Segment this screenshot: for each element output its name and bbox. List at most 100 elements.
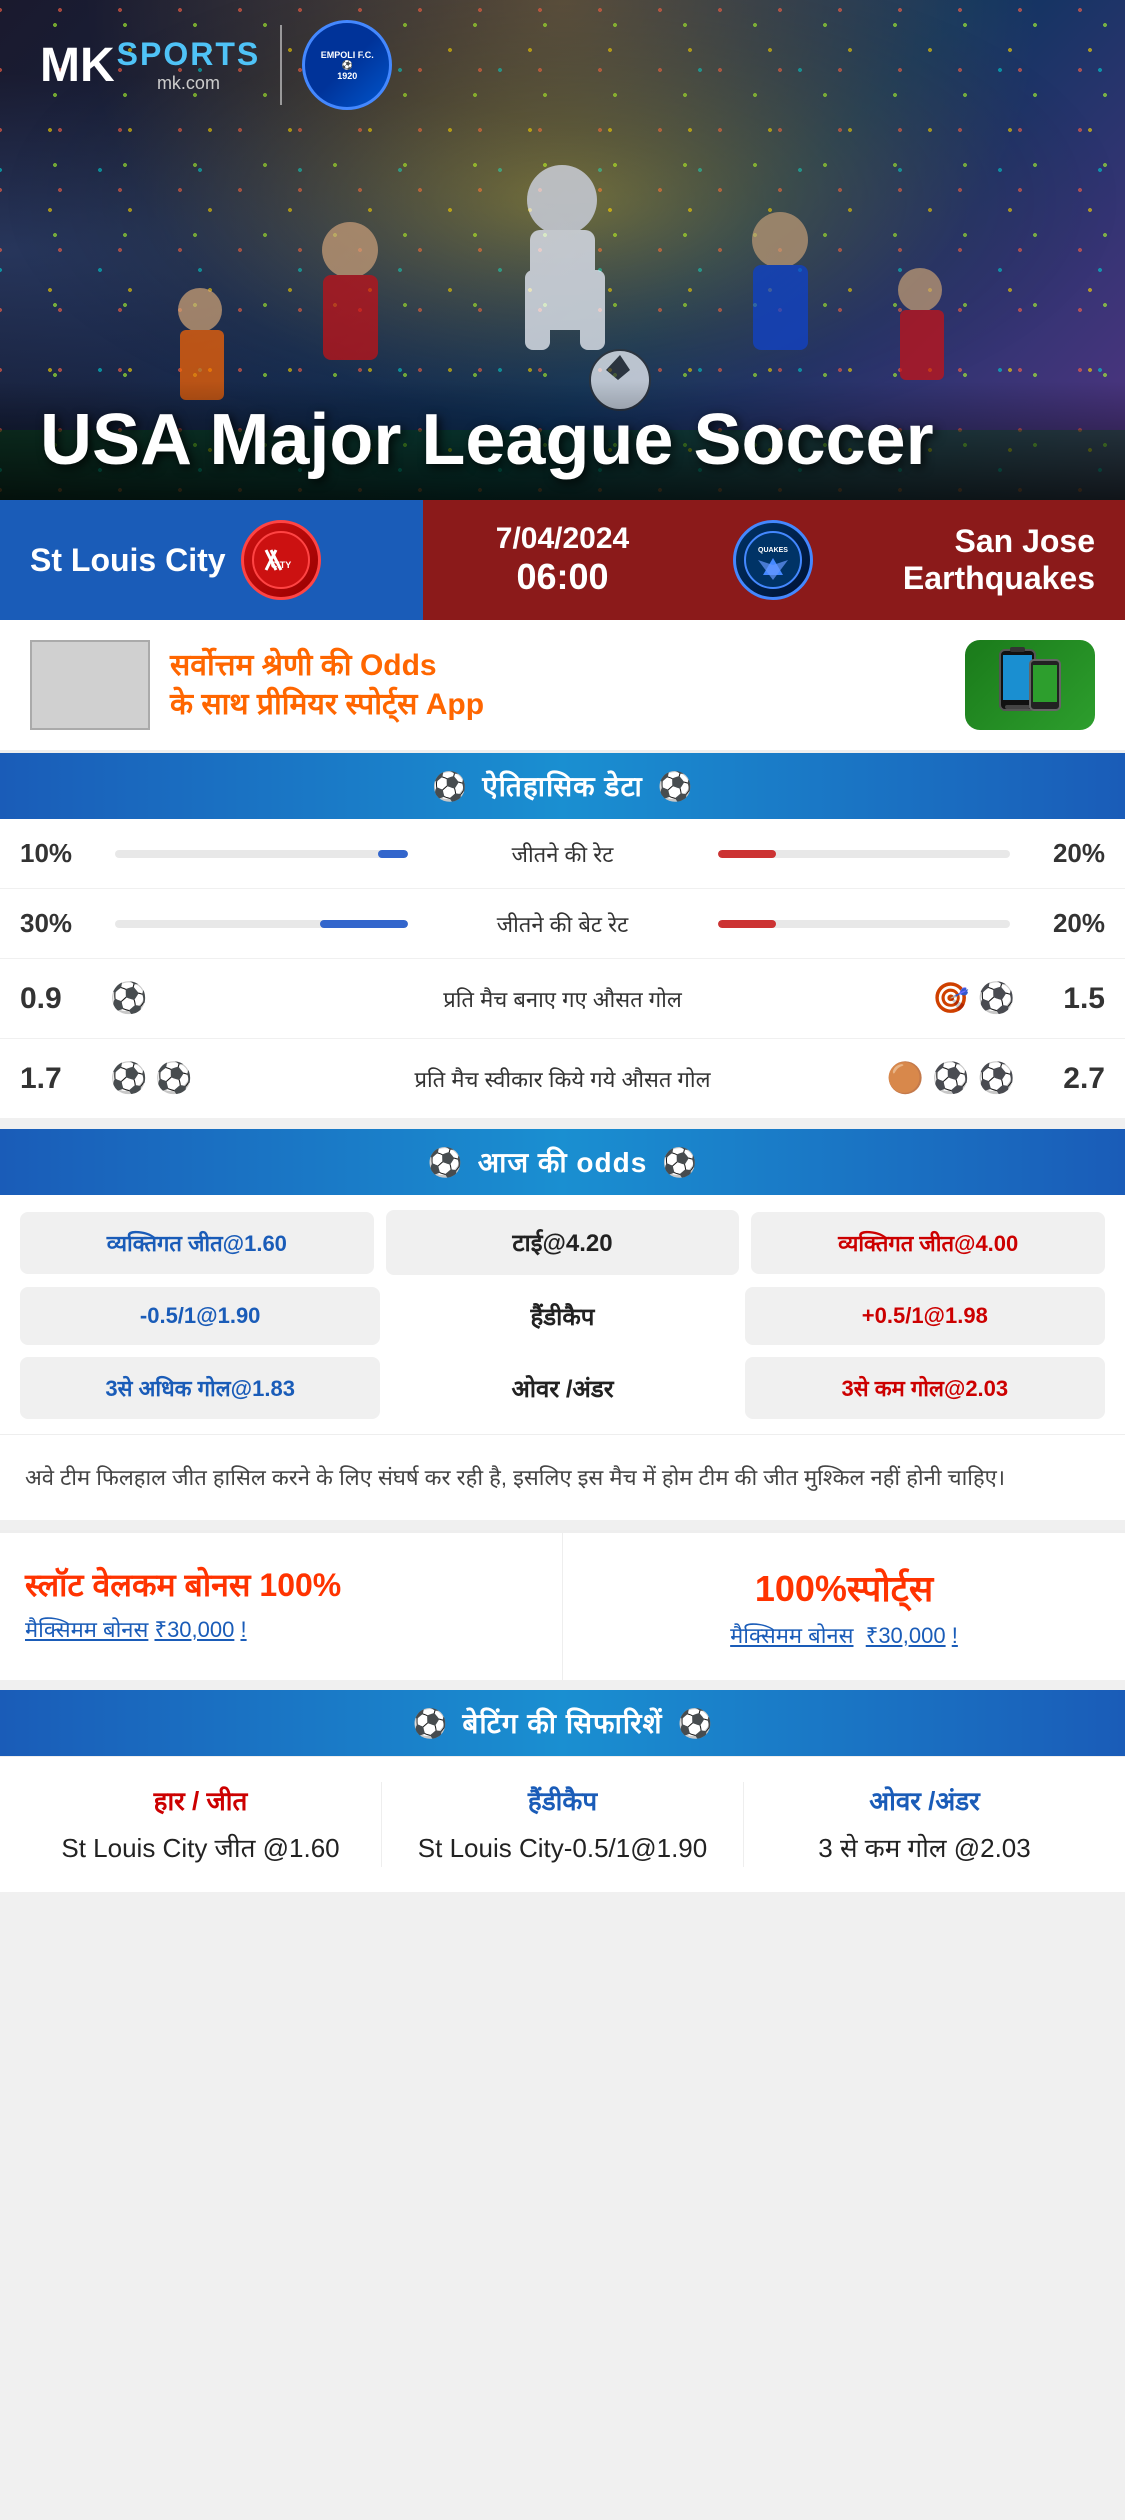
odds-tie[interactable]: टाई@4.20 — [386, 1210, 740, 1275]
odds-home-win[interactable]: व्यक्तिगत जीत@1.60 — [20, 1212, 374, 1274]
stat-label-bet-rate: जीतने की बेट रेट — [423, 909, 703, 939]
odds-header: ⚽ आज की odds ⚽ — [0, 1129, 1125, 1195]
odds-title: आज की odds — [478, 1143, 648, 1181]
recommendations-header: ⚽ बेटिंग की सिफारिशें ⚽ — [0, 1690, 1125, 1756]
recommendations-grid: हार / जीत St Louis City जीत @1.60 हैंडीक… — [0, 1756, 1125, 1891]
team-away: QUAKES San Jose Earthquakes — [703, 500, 1125, 620]
match-bar: St Louis City CITY 7/04/2024 06:00 QUAKE… — [0, 500, 1125, 620]
stat-right-win-rate: 20% — [1025, 838, 1105, 869]
ball-icon-scored-right-1: 🎯 — [932, 981, 969, 1016]
bonus-right: 100%स्पोर्ट्स मैक्सिमम बोनस ₹30,000 ! — [563, 1533, 1125, 1680]
stat-left-bet-rate: 30% — [20, 908, 100, 939]
bonus-right-percent: 100%स्पोर्ट्स — [588, 1563, 1100, 1612]
historical-header: ⚽ ऐतिहासिक डेटा ⚽ — [0, 753, 1125, 819]
rec-col-handicap: हैंडीकैप St Louis City-0.5/1@1.90 — [382, 1782, 744, 1866]
rec-col-ou: ओवर /अंडर 3 से कम गोल @2.03 — [744, 1782, 1105, 1866]
stat-left-win-rate: 10% — [20, 838, 100, 869]
match-center: 7/04/2024 06:00 — [423, 500, 703, 620]
promo-text: सर्वोत्तम श्रेणी की Odds के साथ प्रीमियर… — [170, 646, 945, 724]
rec-col-win-loss: हार / जीत St Louis City जीत @1.60 — [20, 1782, 382, 1866]
rec-label-handicap: हैंडीकैप — [392, 1782, 733, 1818]
home-team-logo: CITY — [241, 520, 321, 600]
odds-away-win[interactable]: व्यक्तिगत जीत@4.00 — [751, 1212, 1105, 1274]
rec-value-win-loss: St Louis City जीत @1.60 — [30, 1830, 371, 1866]
odds-full-grid: व्यक्तिगत जीत@1.60 टाई@4.20 व्यक्तिगत जी… — [0, 1195, 1125, 1434]
stat-bar-win-rate-right — [718, 850, 1011, 858]
away-team-name: San Jose Earthquakes — [828, 523, 1096, 597]
odds-ou-label: ओवर /अंडर — [392, 1372, 732, 1405]
odds-row-1: व्यक्तिगत जीत@1.60 टाई@4.20 व्यक्तिगत जी… — [20, 1210, 1105, 1275]
historical-title: ऐतिहासिक डेटा — [482, 767, 643, 805]
bonus-right-amount: ₹30,000 — [866, 1623, 946, 1648]
promo-image-placeholder — [30, 640, 150, 730]
team-home: St Louis City CITY — [0, 500, 423, 620]
odds-under[interactable]: 3से कम गोल@2.03 — [745, 1357, 1105, 1419]
goal-label-conceded: प्रति मैच स्वीकार किये गये औसत गोल — [373, 1064, 753, 1094]
stat-bar-win-rate-left-fill — [378, 850, 407, 858]
bonus-right-subtitle: मैक्सिमम बोनस ₹30,000 ! — [588, 1620, 1100, 1650]
goal-left-scored: 0.9 — [20, 982, 100, 1016]
goal-row-conceded: 1.7 ⚽ ⚽ प्रति मैच स्वीकार किये गये औसत ग… — [0, 1039, 1125, 1119]
odds-row-3: 3से अधिक गोल@1.83 ओवर /अंडर 3से कम गोल@2… — [20, 1357, 1105, 1419]
goal-icons-scored-left: ⚽ — [100, 981, 373, 1016]
stat-bar-bet-rate-left — [115, 920, 408, 928]
empoli-logo: EMPOLI F.C. ⚽ 1920 — [302, 20, 392, 110]
odds-handicap-home[interactable]: -0.5/1@1.90 — [20, 1287, 380, 1345]
stat-bar-bet-rate-right-fill — [718, 920, 777, 928]
hero-banner: MK SPORTS mk.com EMPOLI F.C. ⚽ 1920 USA … — [0, 0, 1125, 500]
svg-text:QUAKES: QUAKES — [758, 547, 788, 554]
logo-area: MK SPORTS mk.com EMPOLI F.C. ⚽ 1920 — [40, 20, 392, 110]
bonus-left-subtitle: मैक्सिमम बोनस ₹30,000 ! — [25, 1614, 537, 1644]
rec-value-handicap: St Louis City-0.5/1@1.90 — [392, 1830, 733, 1866]
stat-bar-bet-rate-left-fill — [320, 920, 408, 928]
hero-title-area: USA Major League Soccer — [0, 381, 1125, 500]
rec-label-win-loss: हार / जीत — [30, 1782, 371, 1818]
empoli-text: EMPOLI F.C. ⚽ 1920 — [321, 50, 374, 81]
bonus-left-amount: ₹30,000 — [154, 1617, 234, 1642]
odds-row-2: -0.5/1@1.90 हैंडीकैप +0.5/1@1.98 — [20, 1287, 1105, 1345]
sports-text: SPORTS — [117, 36, 261, 73]
rec-value-ou: 3 से कम गोल @2.03 — [754, 1830, 1095, 1866]
goal-icons-conceded-right: 🔴 ⚽ ⚽ — [753, 1061, 1026, 1096]
goal-left-conceded: 1.7 — [20, 1062, 100, 1096]
home-team-name: St Louis City — [30, 542, 226, 579]
bonus-left-percent: 100% — [259, 1567, 341, 1603]
goal-icons-conceded-left: ⚽ ⚽ — [100, 1061, 373, 1096]
goal-right-conceded: 2.7 — [1025, 1062, 1105, 1096]
ball-icon-odds-left: ⚽ — [428, 1146, 463, 1179]
hero-title: USA Major League Soccer — [40, 401, 1085, 480]
bonus-left-title: स्लॉट वेलकम बोनस 100% — [25, 1563, 537, 1606]
stat-label-win-rate: जीतने की रेट — [423, 839, 703, 869]
odds-handicap-away[interactable]: +0.5/1@1.98 — [745, 1287, 1105, 1345]
goal-right-scored: 1.5 — [1025, 982, 1105, 1016]
ball-icon-conceded-right-1: 🔴 — [887, 1061, 924, 1096]
goal-icons-scored-right: 🎯 ⚽ — [753, 981, 1026, 1016]
odds-over[interactable]: 3से अधिक गोल@1.83 — [20, 1357, 380, 1419]
rec-label-ou: ओवर /अंडर — [754, 1782, 1095, 1818]
ball-icon-conceded-left-1: ⚽ — [110, 1061, 147, 1096]
ball-icon-scored-left: ⚽ — [110, 981, 147, 1016]
historical-section: ⚽ ऐतिहासिक डेटा ⚽ 10% जीतने की रेट 20% 3… — [0, 753, 1125, 1119]
goal-row-scored: 0.9 ⚽ प्रति मैच बनाए गए औसत गोल 🎯 ⚽ 1.5 — [0, 959, 1125, 1039]
promo-banner: सर्वोत्तम श्रेणी की Odds के साथ प्रीमियर… — [0, 620, 1125, 753]
away-team-logo: QUAKES — [733, 520, 813, 600]
ball-icon-odds-right: ⚽ — [662, 1146, 697, 1179]
recommendations-title: बेटिंग की सिफारिशें — [462, 1704, 662, 1742]
mk-text: MK — [40, 38, 115, 93]
stat-row-bet-rate: 30% जीतने की बेट रेट 20% — [0, 889, 1125, 959]
logo-divider — [280, 25, 282, 105]
stat-bar-bet-rate-right — [718, 920, 1011, 928]
recommendations-section: ⚽ बेटिंग की सिफारिशें ⚽ हार / जीत St Lou… — [0, 1690, 1125, 1891]
promo-phone-graphic — [965, 640, 1095, 730]
ball-icon-left: ⚽ — [432, 770, 467, 803]
ball-icon-rec-left: ⚽ — [413, 1707, 448, 1740]
match-description: अवे टीम फिलहाल जीत हासिल करने के लिए संघ… — [0, 1434, 1125, 1520]
bonus-left: स्लॉट वेलकम बोनस 100% मैक्सिमम बोनस ₹30,… — [0, 1533, 563, 1680]
match-time: 06:00 — [516, 556, 608, 598]
bonus-section: स्लॉट वेलकम बोनस 100% मैक्सिमम बोनस ₹30,… — [0, 1530, 1125, 1680]
stat-bar-win-rate-left — [115, 850, 408, 858]
match-date: 7/04/2024 — [496, 522, 629, 556]
ball-icon-rec-right: ⚽ — [678, 1707, 713, 1740]
url-text: mk.com — [117, 73, 261, 94]
goal-label-scored: प्रति मैच बनाए गए औसत गोल — [373, 984, 753, 1014]
